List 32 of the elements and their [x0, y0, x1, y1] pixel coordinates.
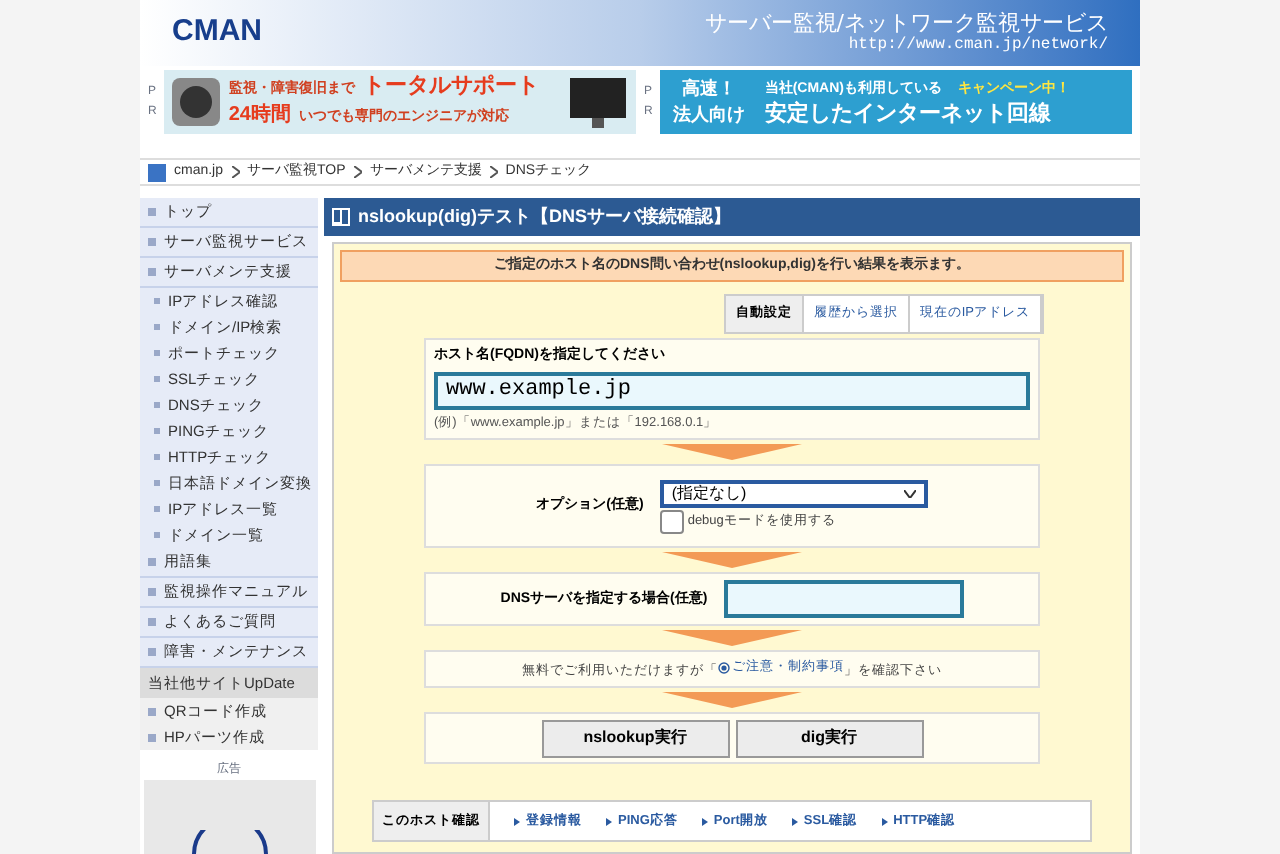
triangle-icon: [791, 817, 798, 826]
triangle-icon: [701, 817, 708, 826]
logo[interactable]: CMAN: [172, 10, 262, 56]
page-title: nslookup(dig)テスト【DNSサーバ接続確認】: [358, 203, 731, 230]
ad-text: 高速！: [679, 76, 738, 102]
chevron-right-icon: [231, 166, 240, 178]
chevron-down-icon: [903, 489, 916, 498]
tagline: サーバー監視/ネットワーク監視サービス: [704, 9, 1108, 36]
run-button[interactable]: nslookup実行: [541, 719, 729, 758]
option-select[interactable]: (指定なし): [659, 479, 928, 508]
site-url: http://www.cman.jp/network/: [848, 36, 1108, 57]
ad-headline: 24時間: [228, 102, 291, 128]
grid-icon: [332, 208, 350, 226]
dns-input[interactable]: [723, 580, 964, 619]
arrow-icon: [662, 444, 802, 461]
host-input[interactable]: www.example.jp: [434, 371, 1030, 409]
triangle-icon: [881, 817, 888, 826]
arrow-icon: [662, 552, 802, 569]
arrow-icon: [662, 692, 802, 709]
triangle-icon: [606, 817, 612, 826]
triangle-icon: [514, 817, 520, 826]
monitor-icon: [568, 74, 628, 130]
debug-checkbox[interactable]: [659, 509, 684, 534]
ad-headline: 安定したインターネット回線: [764, 102, 1051, 128]
ad-text: 法人向け: [670, 102, 747, 128]
run-button[interactable]: dig実行: [735, 719, 923, 758]
arrow-icon: [662, 630, 802, 647]
ad-headline: トータルサポート: [362, 74, 539, 100]
bullet-icon: [718, 661, 730, 674]
chevron-right-icon: [353, 166, 362, 178]
camera-icon: [172, 74, 221, 130]
chevron-right-icon: [489, 166, 498, 178]
